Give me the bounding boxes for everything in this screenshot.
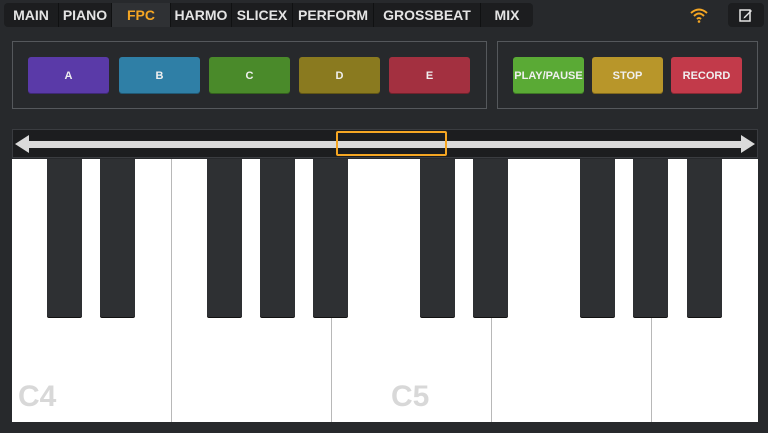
black-key-d-sharp-4[interactable] xyxy=(100,159,135,317)
top-bar: MAIN PIANO FPC HARMO SLICEX PERFORM GROS… xyxy=(0,0,768,30)
black-key-d-sharp-5[interactable] xyxy=(473,159,508,317)
play-pause-button[interactable]: PLAY/PAUSE xyxy=(513,57,584,94)
black-key-f-sharp-4[interactable] xyxy=(207,159,242,317)
octave-label: C5 xyxy=(391,380,430,413)
tab-bar: MAIN PIANO FPC HARMO SLICEX PERFORM GROS… xyxy=(4,3,533,27)
pad-d-button[interactable]: D xyxy=(299,57,380,94)
scroll-right-arrow-icon[interactable] xyxy=(741,135,755,153)
black-key-g-sharp-5[interactable] xyxy=(633,159,668,317)
tab-mix[interactable]: MIX xyxy=(481,3,533,27)
black-key-a-sharp-5[interactable] xyxy=(687,159,722,317)
tab-perform[interactable]: PERFORM xyxy=(293,3,374,27)
pad-a-button[interactable]: A xyxy=(28,57,109,94)
transport-panel: PLAY/PAUSE STOP RECORD xyxy=(497,41,758,109)
edit-button[interactable] xyxy=(728,3,764,27)
pad-e-button[interactable]: E xyxy=(389,57,470,94)
wifi-icon xyxy=(690,8,708,23)
black-key-g-sharp-4[interactable] xyxy=(260,159,295,317)
pad-c-button[interactable]: C xyxy=(209,57,290,94)
edit-icon xyxy=(739,9,752,22)
tab-slicex[interactable]: SLICEX xyxy=(232,3,293,27)
tab-piano[interactable]: PIANO xyxy=(59,3,112,27)
tab-harmo[interactable]: HARMO xyxy=(171,3,232,27)
black-key-c-sharp-5[interactable] xyxy=(420,159,455,317)
scroll-viewport-handle[interactable] xyxy=(336,131,447,156)
stop-button[interactable]: STOP xyxy=(592,57,663,94)
pad-b-button[interactable]: B xyxy=(119,57,200,94)
pad-panel: A B C D E xyxy=(12,41,487,109)
keyboard-scrollbar[interactable] xyxy=(12,129,758,158)
record-button[interactable]: RECORD xyxy=(671,57,742,94)
octave-label: C4 xyxy=(18,380,57,413)
tab-grossbeat[interactable]: GROSSBEAT xyxy=(374,3,481,27)
tab-fpc[interactable]: FPC xyxy=(112,3,171,27)
black-key-f-sharp-5[interactable] xyxy=(580,159,615,317)
piano-keyboard: C4 C5 xyxy=(12,159,758,422)
black-key-a-sharp-4[interactable] xyxy=(313,159,348,317)
scroll-left-arrow-icon[interactable] xyxy=(15,135,29,153)
black-key-c-sharp-4[interactable] xyxy=(47,159,82,317)
tab-main[interactable]: MAIN xyxy=(4,3,59,27)
